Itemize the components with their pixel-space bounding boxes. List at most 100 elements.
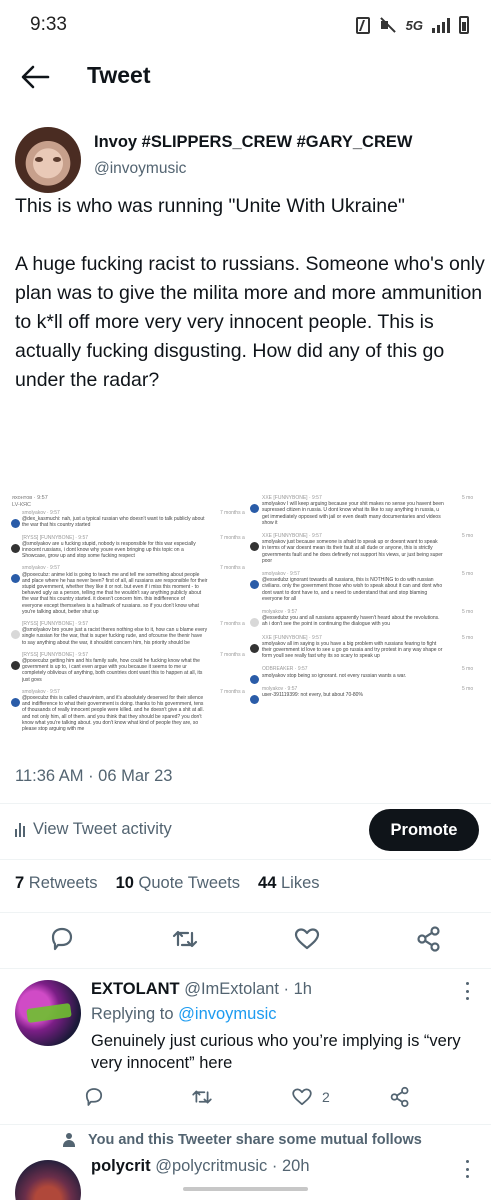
reply-author[interactable]: EXTOLANT @ImExtolant · 1h bbox=[91, 980, 312, 999]
author-avatar[interactable] bbox=[15, 127, 81, 193]
reply-time: · 1h bbox=[283, 980, 312, 998]
divider bbox=[0, 912, 491, 913]
chat-message-text: @exsedubz you and all russians apparentl… bbox=[262, 615, 440, 628]
more-icon[interactable] bbox=[464, 1160, 470, 1178]
share-icon bbox=[390, 1086, 409, 1108]
reply-author-handle: @ImExtolant bbox=[184, 980, 279, 998]
replying-to: Replying to @invoymusic bbox=[91, 1005, 277, 1024]
share-icon bbox=[417, 926, 440, 952]
chat-message: XXE [FUNNYBONE] · 9:57 smolyakov all im s… bbox=[262, 635, 460, 660]
chat-header: яхонтов · 9:57 LV-КЯС bbox=[12, 495, 48, 508]
chat-message-time: 7 months a bbox=[220, 688, 245, 695]
chat-message: [RYSS] [FUNNYBONE] · 9:57 @smolyakov bro … bbox=[22, 621, 220, 646]
more-icon[interactable] bbox=[464, 982, 470, 1000]
chat-screenshot-right: XXE [FUNNYBONE] · 9:57 smolyakov I will k… bbox=[248, 492, 482, 754]
header: Tweet bbox=[0, 50, 491, 105]
network-type: 5G bbox=[405, 17, 423, 33]
retweets-stat[interactable]: 7 Retweets bbox=[15, 874, 98, 893]
chat-message: molyakov · 9:57 @exsedubz you and all rus… bbox=[262, 609, 460, 628]
next-tweet-avatar[interactable] bbox=[15, 1160, 81, 1200]
reply-author-name: EXTOLANT bbox=[91, 980, 180, 998]
likes-label: Likes bbox=[280, 874, 320, 892]
chat-avatar bbox=[250, 694, 259, 704]
chat-message-text: user-391119399: not every, but about 70-… bbox=[262, 692, 363, 698]
promote-button[interactable]: Promote bbox=[369, 809, 479, 851]
chat-message-time: 5 mo bbox=[462, 685, 474, 692]
reply-icon bbox=[51, 927, 73, 951]
replying-to-handle[interactable]: @invoymusic bbox=[178, 1005, 276, 1023]
chat-message-time: 7 months a bbox=[220, 534, 245, 541]
author-handle[interactable]: @invoymusic bbox=[94, 160, 186, 178]
chat-avatar bbox=[250, 618, 259, 627]
chat-message-time: 5 mo bbox=[462, 495, 474, 501]
chat-message-text: @poxecubz: anime kid is going to teach m… bbox=[22, 571, 208, 615]
chat-message: smolyakov · 9:57 @poxecubz: anime kid is … bbox=[22, 565, 220, 615]
back-arrow-icon bbox=[21, 65, 50, 89]
next-tweet-name: polycrit bbox=[91, 1157, 151, 1175]
chat-message-time: 5 mo bbox=[462, 634, 474, 641]
reply-text: Genuinely just curious who you’re implyi… bbox=[91, 1032, 461, 1072]
next-tweet-time: · 20h bbox=[271, 1157, 310, 1175]
battery-icon bbox=[459, 16, 469, 34]
chat-screenshot-left: яхонтов · 9:57 LV-КЯС smolyakov · 9:57 @d… bbox=[8, 492, 246, 754]
chat-message: [RYSS] [FUNNYBONE] · 9:57 @poxecubz getti… bbox=[22, 652, 220, 683]
chat-message: smolyakov · 9:57 @exsedubz ignorant towar… bbox=[262, 571, 460, 602]
nfc-icon bbox=[355, 16, 370, 34]
quote-tweets-stat[interactable]: 10 Quote Tweets bbox=[116, 874, 240, 893]
chat-avatar bbox=[250, 675, 259, 685]
chat-message-text: @smolyakov bro youre just a racist there… bbox=[22, 627, 208, 646]
person-icon bbox=[62, 1133, 76, 1147]
chat-avatar bbox=[11, 574, 20, 584]
reply-like-button[interactable]: 2 bbox=[290, 1085, 330, 1109]
chat-message-text: @smolyakov are u fucking stupid, nobody … bbox=[22, 540, 196, 560]
chat-message: XXE [FUNNYBONE] · 9:57 smolyakov just bec… bbox=[262, 533, 460, 564]
tweet-timestamp: 11:36 AM · 06 Mar 23 bbox=[15, 767, 173, 785]
chat-message-time: 7 months a bbox=[220, 651, 245, 658]
reply-reply-button[interactable] bbox=[82, 1085, 106, 1109]
likes-stat[interactable]: 44 Likes bbox=[258, 874, 319, 893]
chat-message: smolyakov · 9:57 @poxecubz this is called… bbox=[22, 689, 220, 732]
chat-message: [RYSS] [FUNNYBONE] · 9:57 @smolyakov are … bbox=[22, 535, 220, 560]
author-name[interactable]: Invoy #SLIPPERS_CREW #GARY_CREW bbox=[94, 133, 412, 152]
chat-message-text: smolyakov stop being so ignorant. not ev… bbox=[262, 672, 407, 679]
reply-retweet-button[interactable] bbox=[190, 1085, 214, 1109]
share-button[interactable] bbox=[414, 924, 444, 954]
chat-avatar bbox=[250, 643, 259, 653]
reply-actions: 2 bbox=[80, 1085, 480, 1111]
view-activity-link[interactable]: View Tweet activity bbox=[15, 820, 172, 839]
chat-avatar bbox=[11, 660, 20, 670]
retweets-count: 7 bbox=[15, 874, 25, 892]
reply-share-button[interactable] bbox=[388, 1085, 412, 1109]
retweet-icon bbox=[172, 930, 198, 948]
retweet-button[interactable] bbox=[170, 924, 200, 954]
reply-avatar[interactable] bbox=[15, 980, 81, 1046]
mutual-follows-text: You and this Tweeter share some mutual f… bbox=[88, 1132, 422, 1148]
chat-message-time: 5 mo bbox=[462, 533, 474, 539]
chat-avatar bbox=[11, 697, 20, 707]
gesture-nav-bar[interactable] bbox=[183, 1187, 308, 1191]
chat-message-text: @poxecubz getting him and his family saf… bbox=[22, 658, 203, 683]
back-button[interactable] bbox=[18, 62, 52, 92]
chat-message-time: 7 months a bbox=[220, 621, 245, 627]
chat-message-time: 7 months a bbox=[220, 510, 245, 516]
chat-message-text: smolyakov all im saying is you have a bi… bbox=[262, 640, 443, 660]
page-title: Tweet bbox=[87, 62, 151, 88]
signal-icon bbox=[432, 17, 450, 33]
tweet-image[interactable]: яхонтов · 9:57 LV-КЯС smolyakov · 9:57 @d… bbox=[8, 492, 482, 754]
bar-chart-icon bbox=[15, 822, 25, 837]
chat-message-text: smolyakov just because someone is afraid… bbox=[262, 539, 443, 564]
mutual-follows-notice[interactable]: You and this Tweeter share some mutual f… bbox=[62, 1132, 422, 1148]
replying-to-label: Replying to bbox=[91, 1005, 174, 1023]
chat-message: XXE [FUNNYBONE] · 9:57 smolyakov I will k… bbox=[262, 495, 460, 526]
chat-message-time: 5 mo bbox=[462, 571, 474, 577]
status-icons: 5G bbox=[355, 16, 469, 34]
mute-icon bbox=[379, 17, 397, 33]
chat-avatar bbox=[11, 519, 20, 528]
like-button[interactable] bbox=[292, 924, 322, 954]
reply-button[interactable] bbox=[47, 924, 77, 954]
next-tweet-author[interactable]: polycrit @polycritmusic · 20h bbox=[91, 1157, 310, 1176]
divider bbox=[0, 803, 491, 804]
quote-tweets-label: Quote Tweets bbox=[138, 874, 241, 892]
tweet-stats: 7 Retweets 10 Quote Tweets 44 Likes bbox=[15, 874, 320, 893]
divider bbox=[0, 859, 491, 860]
